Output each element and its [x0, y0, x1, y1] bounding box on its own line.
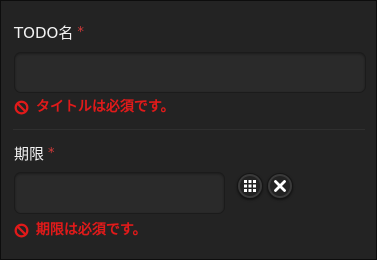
prohibited-icon: [14, 100, 29, 114]
deadline-label-text: 期限: [14, 145, 45, 163]
calendar-grid-icon: [244, 180, 256, 192]
todo-name-label-text: TODO名: [14, 24, 74, 42]
deadline-error-text: 期限は必須です。: [36, 222, 147, 238]
todo-name-error: タイトルは必須です。: [14, 99, 175, 115]
required-mark: *: [48, 146, 55, 161]
close-icon: [274, 180, 286, 192]
deadline-label: 期限 *: [14, 145, 55, 165]
field-divider: [13, 129, 365, 130]
todo-name-label: TODO名 *: [14, 24, 84, 44]
todo-name-input[interactable]: [14, 52, 366, 93]
calendar-button[interactable]: [237, 173, 263, 199]
todo-name-error-text: タイトルは必須です。: [36, 99, 175, 115]
prohibited-icon: [14, 223, 29, 237]
required-mark: *: [77, 25, 84, 40]
deadline-error: 期限は必須です。: [14, 222, 147, 238]
clear-button[interactable]: [267, 173, 293, 199]
deadline-input[interactable]: [14, 172, 225, 214]
todo-form: TODO名 * タイトルは必須です。 期限 * 期限は必須です。: [0, 0, 377, 260]
